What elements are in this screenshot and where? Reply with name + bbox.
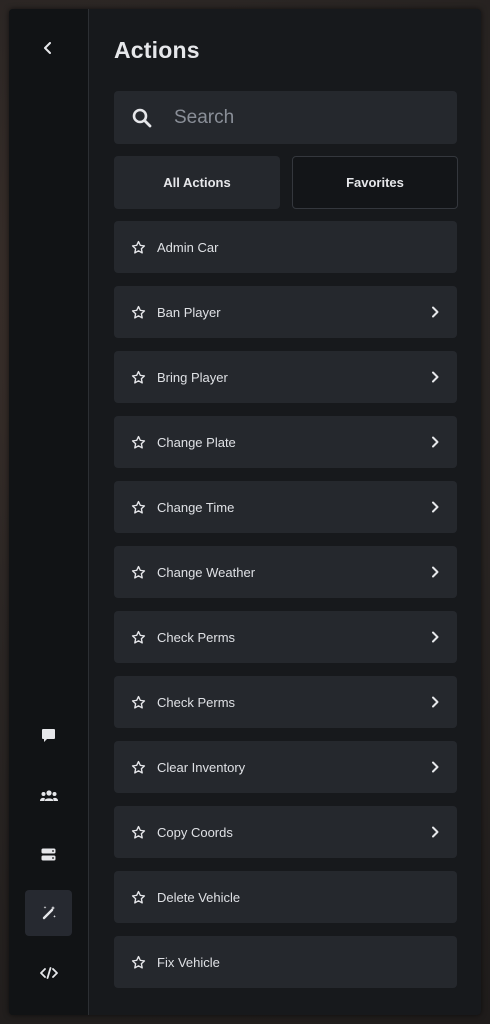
sidebar-item-server[interactable]: [25, 831, 72, 877]
action-item[interactable]: Ban Player: [114, 286, 457, 338]
sidebar-item-dev[interactable]: [25, 950, 72, 996]
star-icon[interactable]: [131, 955, 146, 970]
chevron-left-icon: [43, 42, 53, 54]
action-list: Admin Car Ban Player Bring Player Change…: [114, 221, 457, 1001]
action-item[interactable]: Check Perms: [114, 611, 457, 663]
action-item[interactable]: Admin Car: [114, 221, 457, 273]
search-input[interactable]: [172, 105, 436, 130]
action-item[interactable]: Copy Coords: [114, 806, 457, 858]
chevron-right-icon: [429, 566, 441, 578]
action-label: Delete Vehicle: [157, 889, 241, 905]
action-item[interactable]: Clear Inventory: [114, 741, 457, 793]
action-label: Change Weather: [157, 564, 256, 580]
chevron-right-icon: [429, 631, 441, 643]
main-content: Actions All Actions Favorites Admin Car …: [89, 9, 481, 1015]
star-icon[interactable]: [131, 630, 146, 645]
sidebar-item-players[interactable]: [25, 772, 72, 818]
chevron-right-icon: [429, 371, 441, 383]
page-title: Actions: [114, 37, 200, 63]
tab-favorites[interactable]: Favorites: [292, 156, 458, 209]
star-icon[interactable]: [131, 890, 146, 905]
search-box[interactable]: [114, 91, 457, 144]
action-label: Copy Coords: [157, 824, 233, 840]
star-icon[interactable]: [131, 370, 146, 385]
message-icon: [41, 728, 56, 743]
code-icon: [39, 967, 58, 979]
action-item[interactable]: Bring Player: [114, 351, 457, 403]
star-icon[interactable]: [131, 305, 146, 320]
star-icon[interactable]: [131, 435, 146, 450]
action-label: Clear Inventory: [157, 759, 246, 775]
users-icon: [39, 789, 58, 802]
admin-menu-panel: Actions All Actions Favorites Admin Car …: [9, 9, 481, 1015]
tab-all-actions[interactable]: All Actions: [114, 156, 280, 209]
sidebar-item-actions[interactable]: [25, 890, 72, 936]
sidebar-item-chat[interactable]: [25, 712, 72, 758]
action-label: Change Time: [157, 499, 235, 515]
star-icon[interactable]: [131, 240, 146, 255]
chevron-right-icon: [429, 696, 441, 708]
action-item[interactable]: Delete Vehicle: [114, 871, 457, 923]
action-item[interactable]: Check Perms: [114, 676, 457, 728]
star-icon[interactable]: [131, 760, 146, 775]
magic-wand-icon: [41, 905, 57, 921]
star-icon[interactable]: [131, 500, 146, 515]
action-label: Bring Player: [157, 369, 228, 385]
back-button[interactable]: [33, 33, 63, 63]
star-icon[interactable]: [131, 565, 146, 580]
action-label: Check Perms: [157, 694, 236, 710]
chevron-right-icon: [429, 306, 441, 318]
chevron-right-icon: [429, 761, 441, 773]
action-label: Check Perms: [157, 629, 236, 645]
action-item[interactable]: Fix Vehicle: [114, 936, 457, 988]
star-icon[interactable]: [131, 695, 146, 710]
chevron-right-icon: [429, 826, 441, 838]
star-icon[interactable]: [131, 825, 146, 840]
chevron-right-icon: [429, 501, 441, 513]
action-label: Admin Car: [157, 239, 219, 255]
search-icon: [132, 108, 152, 128]
chevron-right-icon: [429, 436, 441, 448]
action-item[interactable]: Change Time: [114, 481, 457, 533]
action-label: Ban Player: [157, 304, 221, 320]
action-item[interactable]: Change Plate: [114, 416, 457, 468]
action-label: Change Plate: [157, 434, 236, 450]
server-icon: [41, 848, 56, 861]
action-label: Fix Vehicle: [157, 954, 220, 970]
action-item[interactable]: Change Weather: [114, 546, 457, 598]
sidebar: [9, 9, 89, 1015]
